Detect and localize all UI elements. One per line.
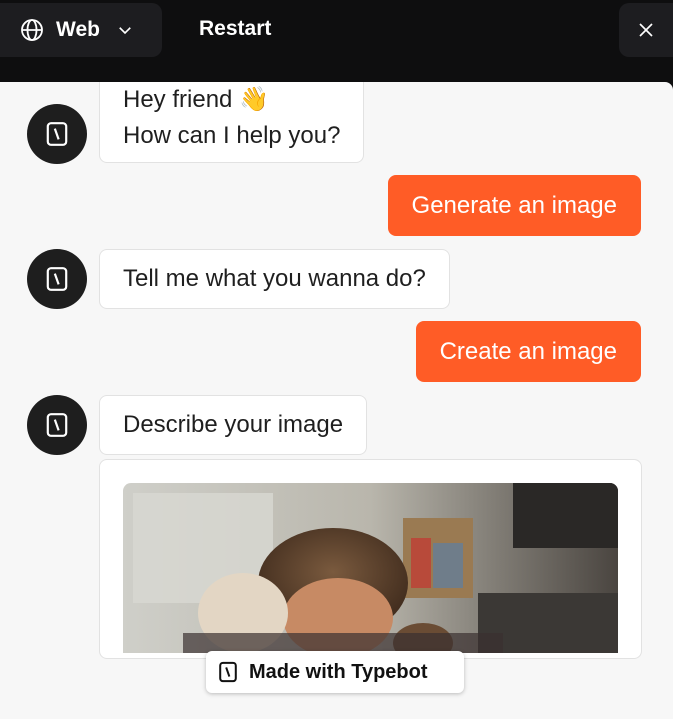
typebot-logo-icon bbox=[219, 661, 237, 683]
user-message: Generate an image bbox=[387, 175, 641, 236]
message-line: Hey friend 👋 bbox=[123, 86, 269, 113]
restart-button[interactable]: Restart bbox=[199, 17, 271, 41]
close-icon bbox=[639, 23, 653, 37]
made-with-typebot-badge[interactable]: Made with Typebot bbox=[206, 651, 464, 693]
language-selector-button[interactable]: Web bbox=[0, 3, 162, 57]
typebot-logo-icon bbox=[46, 413, 68, 437]
bot-avatar bbox=[27, 104, 87, 164]
language-label: Web bbox=[56, 18, 100, 41]
bot-avatar bbox=[27, 249, 87, 309]
typebot-logo-icon bbox=[46, 267, 68, 291]
generated-image[interactable] bbox=[123, 483, 618, 653]
bot-message: Tell me what you wanna do? bbox=[99, 249, 450, 309]
bot-message: Describe your image bbox=[99, 395, 368, 455]
bot-avatar bbox=[27, 395, 87, 455]
typebot-logo-icon bbox=[46, 122, 68, 146]
user-message: Create an image bbox=[415, 321, 641, 382]
badge-label: Made with Typebot bbox=[249, 660, 428, 683]
top-bar: Web Restart bbox=[0, 0, 673, 82]
bot-message: Hey friend 👋 How can I help you? bbox=[99, 82, 365, 163]
globe-icon bbox=[21, 19, 43, 41]
close-button[interactable] bbox=[619, 3, 673, 57]
chevron-down-icon bbox=[119, 27, 131, 35]
message-line: How can I help you? bbox=[123, 122, 341, 149]
